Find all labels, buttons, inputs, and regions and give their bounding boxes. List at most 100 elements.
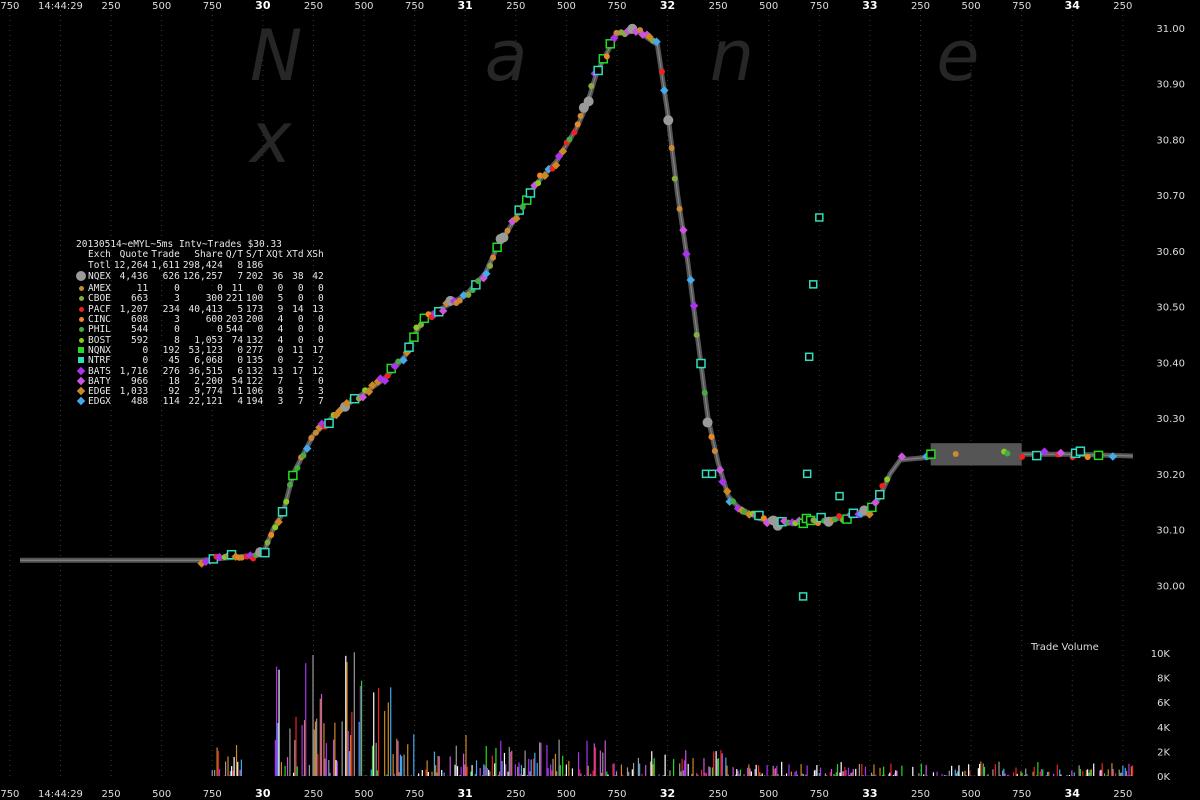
legend-cell-share: 126,257	[182, 271, 223, 283]
x-tick-label: 750	[607, 1, 626, 12]
price-tick-label: 30.40	[1156, 358, 1185, 369]
cinc-marker	[268, 532, 275, 539]
cboe-marker	[487, 262, 494, 269]
ntrf-marker	[1032, 450, 1042, 461]
diamond-marker-icon	[76, 366, 86, 375]
legend-row-pacf: PACF 1,207 234 40,413 5 173 9 14 13	[76, 304, 324, 315]
x-tick-label: 250	[1113, 1, 1132, 12]
x-tick-label: 500	[354, 1, 373, 12]
x-tick-label: 500	[152, 1, 171, 12]
legend-cell-st: 186	[246, 259, 264, 271]
dot-marker-icon	[78, 296, 84, 302]
x-tick-label: 34	[1065, 0, 1081, 12]
ntrf-marker	[324, 418, 334, 429]
x-tick-label: 500	[152, 789, 171, 800]
amex-marker	[312, 429, 319, 436]
volume-tick-label: 8K	[1157, 674, 1170, 685]
phil-marker	[300, 452, 307, 459]
nqex-marker	[702, 417, 713, 428]
legend-row-totl: Totl 12,264 1,611 298,424 8 186	[76, 259, 324, 271]
volume-tick-label: 2K	[1157, 747, 1170, 758]
volume-tick-label: 4K	[1157, 723, 1170, 734]
legend-cell-xtd	[283, 261, 303, 271]
x-tick-label: 750	[0, 1, 19, 12]
bost-marker	[272, 524, 279, 531]
dot-marker-icon	[78, 327, 84, 333]
bost-marker	[884, 476, 891, 483]
x-tick-label: 250	[506, 789, 525, 800]
x-tick-label: 250	[304, 1, 323, 12]
diamond-marker-icon	[76, 397, 86, 406]
legend-cell-xtd: 7	[297, 396, 304, 408]
x-tick-label: 250	[1113, 789, 1132, 800]
nanex-watermark: N a n e x	[250, 15, 1060, 179]
amex-marker	[952, 450, 959, 457]
x-tick-label: 500	[557, 789, 576, 800]
x-tick-label: 33	[862, 0, 877, 12]
x-tick-label: 33	[862, 787, 877, 800]
outlier-trade-marker	[798, 592, 808, 601]
x-tick-label: 32	[660, 0, 675, 12]
volume-tick-label: 10K	[1151, 649, 1171, 660]
dot-marker-icon	[78, 306, 84, 312]
legend-cell-xqt: 36	[271, 271, 284, 283]
legend-body: Totl 12,264 1,611 298,424 8 186 NQEX 4,436 626 12…	[76, 259, 324, 408]
trade-volume-label: Trade Volume	[1031, 642, 1099, 653]
col-xsh: XSh	[306, 249, 324, 261]
ntrf-marker	[404, 342, 414, 352]
legend-cell-trade: 114	[162, 396, 180, 408]
legend-cell-trade: 626	[162, 271, 180, 283]
bost-marker	[535, 180, 542, 187]
ntrf-marker	[875, 489, 885, 500]
ntrf-marker	[696, 358, 706, 369]
x-tick-label: 750	[607, 789, 626, 800]
diamond-marker-icon	[76, 386, 86, 396]
legend-cell-quote: 4,436	[119, 271, 149, 283]
nqnx-marker	[492, 242, 502, 253]
amex-marker	[456, 297, 463, 304]
amex-marker	[676, 205, 683, 212]
legend-row-nqex: NQEX 4,436 626 126,257 7 202 36 38 42	[76, 270, 324, 284]
x-tick-label: 750	[0, 789, 19, 800]
legend-row-cinc: CINC 608 3 600 203 200 4 0 0	[76, 314, 324, 325]
ntrf-marker	[525, 188, 536, 198]
x-tick-label: 750	[1012, 1, 1031, 12]
nqnx-marker	[1093, 450, 1104, 461]
outlier-trade-marker	[804, 352, 814, 362]
cboe-marker	[264, 539, 271, 546]
ntrf-marker	[260, 547, 270, 558]
nqnx-marker	[409, 332, 419, 342]
x-tick-label: 250	[911, 1, 930, 12]
legend-cell-exch: Totl	[88, 259, 111, 271]
x-tick-label: 31	[458, 0, 473, 12]
legend-cell-xtd: 38	[292, 271, 304, 283]
amex-marker	[711, 448, 718, 455]
legend-cell-trade: 1,611	[151, 259, 180, 271]
outlier-trade-marker	[707, 469, 717, 479]
legend-row-amex: AMEX 11 0 0 11 0 0 0 0	[76, 283, 324, 294]
x-tick-label: 500	[354, 789, 373, 800]
x-tick-label: 500	[759, 789, 778, 800]
x-tick-label: 750	[203, 1, 222, 12]
x-tick-label: 500	[962, 1, 981, 12]
dot-marker-icon	[78, 337, 84, 343]
phil-marker	[294, 464, 301, 471]
legend-cell-exch: EDGX	[88, 396, 111, 408]
outlier-trade-marker	[802, 469, 812, 479]
amex-marker	[238, 554, 245, 561]
x-tick-label: 250	[506, 1, 525, 12]
legend-cell-share: 298,424	[182, 259, 223, 271]
nqnx-marker	[288, 470, 298, 481]
x-tick-label: 750	[405, 1, 424, 12]
price-tick-label: 30.20	[1156, 470, 1185, 481]
legend-cell-qt: 7	[237, 271, 244, 283]
bost-marker	[283, 498, 290, 505]
outlier-trade-marker	[835, 491, 844, 501]
price-tick-label: 30.10	[1156, 526, 1185, 537]
x-tick-label: 750	[203, 789, 222, 800]
col-xqt: XQt	[266, 249, 284, 261]
cboe-marker	[465, 291, 472, 298]
cinc-marker	[708, 433, 715, 440]
legend-cell-quote: 488	[131, 396, 149, 408]
amex-marker	[504, 227, 511, 234]
